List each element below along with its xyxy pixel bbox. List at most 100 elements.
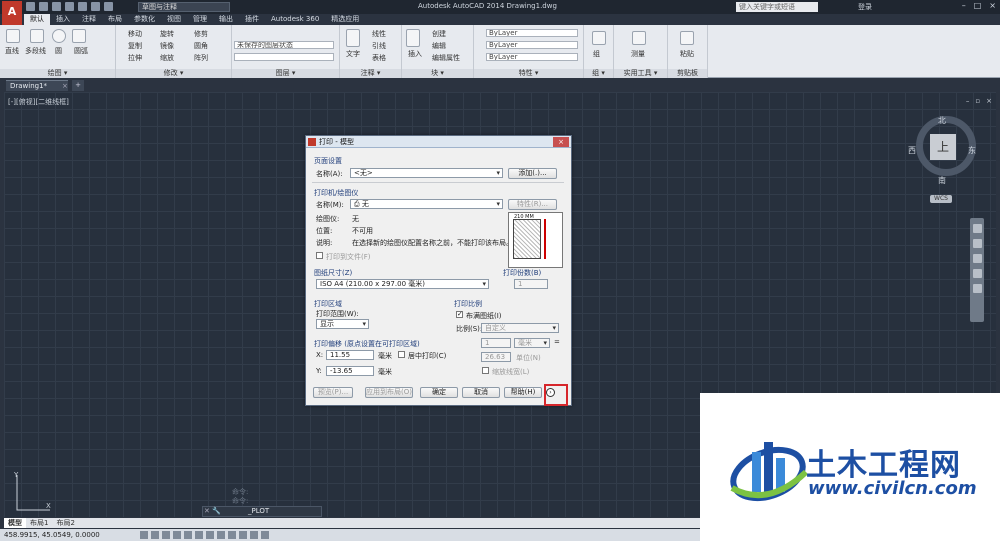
grid-icon[interactable]	[162, 531, 170, 539]
tab-parametric[interactable]: 参数化	[128, 14, 161, 25]
ducs-icon[interactable]	[228, 531, 236, 539]
draw-panel-title[interactable]: 绘图 ▾	[0, 69, 115, 78]
tab-featured-apps[interactable]: 精选应用	[325, 14, 365, 25]
vp-close-icon[interactable]: ×	[986, 97, 992, 105]
page-setup-name-dropdown[interactable]: <无>	[350, 168, 503, 178]
scale-button[interactable]: 缩放	[160, 53, 174, 63]
vp-restore-icon[interactable]: ▫	[975, 97, 980, 105]
orbit-icon[interactable]	[972, 269, 982, 278]
lineweight-icon[interactable]	[250, 531, 258, 539]
tab-layout2[interactable]: 布局2	[52, 518, 78, 528]
file-tab-drawing1[interactable]: Drawing1* ×	[6, 80, 68, 91]
layer-state-dropdown[interactable]: 未保存的图层状态	[234, 41, 334, 49]
utilities-panel-title[interactable]: 实用工具 ▾	[614, 69, 667, 78]
vp-minimize-icon[interactable]: –	[966, 97, 970, 105]
text-icon[interactable]	[346, 29, 360, 47]
command-input[interactable]: _PLOT	[248, 507, 269, 515]
scale-lineweights-checkbox[interactable]	[482, 367, 489, 374]
print-icon[interactable]	[78, 2, 87, 11]
edit-block-button[interactable]: 编辑	[432, 41, 446, 51]
stretch-button[interactable]: 拉伸	[128, 53, 142, 63]
steering-wheel-icon[interactable]	[972, 224, 982, 233]
fillet-button[interactable]: 圆角	[194, 41, 208, 51]
snap-icon[interactable]	[151, 531, 159, 539]
transparency-icon[interactable]	[261, 531, 269, 539]
viewport-controls-label[interactable]: [-][俯视][二维线框]	[8, 97, 69, 107]
ok-button[interactable]: 确定	[420, 387, 458, 398]
viewcube-north[interactable]: 北	[938, 115, 946, 126]
circle-icon[interactable]	[52, 29, 66, 43]
copy-button[interactable]: 复制	[128, 41, 142, 51]
printer-properties-button[interactable]: 特性(R)...	[508, 199, 557, 210]
offset-x-input[interactable]: 11.55	[326, 350, 374, 360]
tab-autodesk360[interactable]: Autodesk 360	[265, 14, 325, 25]
plot-area-dropdown[interactable]: 显示	[316, 319, 369, 329]
tab-model[interactable]: 模型	[4, 518, 26, 528]
app-menu-button[interactable]: A	[2, 1, 22, 25]
maximize-icon[interactable]: □	[974, 1, 982, 10]
infer-icon[interactable]	[140, 531, 148, 539]
layer-dropdown[interactable]	[234, 53, 334, 61]
new-tab-button[interactable]: +	[72, 80, 84, 91]
rotate-button[interactable]: 旋转	[160, 29, 174, 39]
properties-panel-title[interactable]: 特性 ▾	[474, 69, 583, 78]
layers-panel-title[interactable]: 图层 ▾	[232, 69, 339, 78]
zoom-icon[interactable]	[972, 254, 982, 263]
annotation-panel-title[interactable]: 注释 ▾	[340, 69, 401, 78]
viewcube-east[interactable]: 东	[968, 145, 976, 156]
modify-panel-title[interactable]: 修改 ▾	[116, 69, 231, 78]
color-dropdown[interactable]: ByLayer	[486, 29, 578, 37]
close-tab-icon[interactable]: ×	[62, 81, 68, 92]
arc-icon[interactable]	[72, 29, 86, 43]
tab-plugins[interactable]: 插件	[239, 14, 265, 25]
fit-to-paper-checkbox[interactable]	[456, 310, 463, 318]
paste-icon[interactable]	[680, 31, 694, 45]
offset-y-input[interactable]: -13.65	[326, 366, 374, 376]
3d-osnap-icon[interactable]	[206, 531, 214, 539]
tab-home[interactable]: 默认	[24, 14, 50, 25]
copies-input[interactable]: 1	[514, 279, 548, 289]
tab-output[interactable]: 输出	[213, 14, 239, 25]
redo-icon[interactable]	[104, 2, 113, 11]
linear-button[interactable]: 线性	[372, 29, 386, 39]
move-button[interactable]: 移动	[128, 29, 142, 39]
wcs-menu[interactable]: WCS	[930, 195, 952, 203]
tab-insert[interactable]: 插入	[50, 14, 76, 25]
scale-value1-input[interactable]: 1	[481, 338, 511, 348]
osnap-icon[interactable]	[195, 531, 203, 539]
tab-view[interactable]: 视图	[161, 14, 187, 25]
saveas-icon[interactable]	[65, 2, 74, 11]
polar-icon[interactable]	[184, 531, 192, 539]
login-button[interactable]: 登录	[858, 2, 872, 12]
add-page-setup-button[interactable]: 添加(.)...	[508, 168, 557, 179]
pan-icon[interactable]	[972, 239, 982, 248]
dialog-close-button[interactable]: ×	[553, 137, 569, 147]
cancel-button[interactable]: 取消	[462, 387, 500, 398]
printer-name-dropdown[interactable]: ⎙ 无	[350, 199, 503, 209]
workspace-dropdown[interactable]: 草图与注释	[138, 2, 230, 12]
viewcube-south[interactable]: 南	[938, 175, 946, 186]
tab-annotate[interactable]: 注释	[76, 14, 102, 25]
dyn-icon[interactable]	[239, 531, 247, 539]
viewcube-west[interactable]: 西	[908, 145, 916, 156]
create-block-button[interactable]: 创建	[432, 29, 446, 39]
preview-button[interactable]: 预览(P)...	[313, 387, 353, 398]
scale-unit-dropdown[interactable]: 毫米	[514, 338, 550, 348]
scale-value2-input[interactable]: 26.63	[481, 352, 511, 362]
open-icon[interactable]	[39, 2, 48, 11]
edit-attribute-button[interactable]: 编辑属性	[432, 53, 460, 63]
print-to-file-checkbox[interactable]	[316, 252, 323, 259]
insert-block-icon[interactable]	[406, 29, 420, 47]
help-search-input[interactable]: 键入关键字或短语	[736, 2, 818, 12]
lineweight-dropdown[interactable]: ByLayer	[486, 53, 578, 61]
tab-manage[interactable]: 管理	[187, 14, 213, 25]
paper-size-dropdown[interactable]: ISO A4 (210.00 x 297.00 毫米)	[316, 279, 489, 289]
tab-layout1[interactable]: 布局1	[26, 518, 52, 528]
new-icon[interactable]	[26, 2, 35, 11]
leader-button[interactable]: 引线	[372, 41, 386, 51]
scale-dropdown[interactable]: 自定义	[481, 323, 559, 333]
wrench-icon[interactable]: 🔧	[212, 507, 221, 515]
center-plot-checkbox[interactable]	[398, 351, 405, 358]
apply-to-layout-button[interactable]: 应用到布局(O)	[365, 387, 413, 398]
ortho-icon[interactable]	[173, 531, 181, 539]
